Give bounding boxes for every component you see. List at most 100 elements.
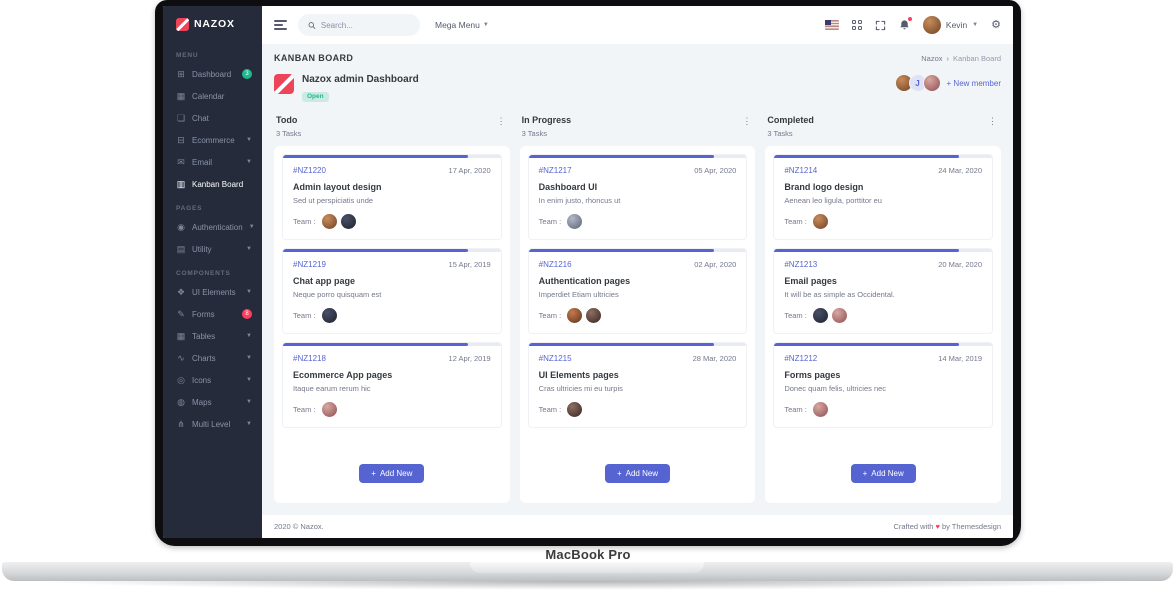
task-id-link[interactable]: #NZ1212 bbox=[784, 354, 817, 363]
credits: Crafted with ♥ by Themesdesign bbox=[893, 522, 1001, 531]
task-id-link[interactable]: #NZ1218 bbox=[293, 354, 326, 363]
kanban-card[interactable]: #NZ1213 20 Mar, 2020 Email pages It will… bbox=[773, 248, 994, 334]
task-title: Admin layout design bbox=[293, 182, 382, 192]
kanban-card[interactable]: #NZ1218 12 Apr, 2019 Ecommerce App pages… bbox=[282, 342, 502, 428]
team-member-avatar[interactable] bbox=[340, 214, 356, 229]
sidebar-item-ecommerce[interactable]: ⊟ Ecommerce ▼ bbox=[163, 129, 262, 151]
team-label: Team : bbox=[784, 405, 807, 414]
menu-toggle-icon[interactable] bbox=[274, 20, 287, 30]
member-avatar[interactable] bbox=[922, 74, 941, 92]
sidebar-item-calendar[interactable]: ▦ Calendar bbox=[163, 85, 262, 107]
sidebar-item-kanban-board[interactable]: ▥ Kanban Board bbox=[163, 173, 262, 195]
app-window: NAZOX MENU ⊞ Dashboard 3 ▦ Calendar ❏ Ch… bbox=[163, 6, 1013, 538]
task-title: Chat app page bbox=[293, 276, 356, 286]
sidebar-item-ui-elements[interactable]: ❖ UI Elements ▼ bbox=[163, 281, 262, 303]
topbar: Mega Menu ▼ bbox=[262, 6, 1013, 44]
sidebar-item-multi-level[interactable]: ⋔ Multi Level ▼ bbox=[163, 413, 262, 435]
brand-name: NAZOX bbox=[194, 18, 235, 30]
email-icon: ✉ bbox=[177, 156, 185, 167]
brand[interactable]: NAZOX bbox=[163, 6, 262, 42]
task-title: Brand logo design bbox=[784, 182, 864, 192]
team-label: Team : bbox=[293, 405, 316, 414]
kanban-column-in-progress: In Progress 3 Tasks ⋮ #NZ1217 05 Apr, 20… bbox=[519, 115, 756, 503]
task-description: Imperdiet Etiam ultricies bbox=[538, 290, 619, 299]
task-id-link[interactable]: #NZ1217 bbox=[539, 166, 572, 175]
sidebar-item-charts[interactable]: ∿ Charts ▼ bbox=[163, 347, 262, 369]
add-new-button[interactable]: + Add New bbox=[359, 464, 425, 483]
team-member-avatar[interactable] bbox=[321, 402, 337, 417]
team-member-avatar[interactable] bbox=[567, 308, 583, 323]
column-menu-icon[interactable]: ⋮ bbox=[495, 115, 508, 128]
user-menu[interactable]: Kevin ▼ bbox=[922, 16, 979, 34]
sidebar-item-forms[interactable]: ✎ Forms 8 bbox=[163, 303, 262, 325]
team-member-avatar[interactable] bbox=[321, 214, 337, 229]
settings-gear-icon[interactable]: ⚙ bbox=[991, 19, 1001, 31]
kanban-card[interactable]: #NZ1212 14 Mar, 2019 Forms pages Donec q… bbox=[773, 342, 994, 428]
team-member-avatar[interactable] bbox=[321, 308, 337, 323]
chevron-down-icon: ▼ bbox=[246, 355, 252, 361]
team-member-avatar[interactable] bbox=[831, 308, 847, 323]
team-label: Team : bbox=[538, 405, 562, 414]
team-member-avatar[interactable] bbox=[586, 308, 602, 323]
sidebar-item-chat[interactable]: ❏ Chat bbox=[163, 107, 262, 129]
charts-icon: ∿ bbox=[177, 352, 185, 363]
nazox-logo-icon bbox=[176, 17, 189, 31]
breadcrumb-item[interactable]: Nazox bbox=[921, 54, 942, 63]
notifications-bell-icon[interactable] bbox=[899, 17, 912, 31]
task-id-link[interactable]: #NZ1219 bbox=[293, 260, 326, 269]
sidebar-item-email[interactable]: ✉ Email ▼ bbox=[163, 151, 262, 173]
task-id-link[interactable]: #NZ1213 bbox=[784, 260, 817, 269]
sidebar-item-authentication[interactable]: ◉ Authentication ▼ bbox=[163, 216, 262, 238]
add-new-button[interactable]: + Add New bbox=[604, 464, 671, 483]
column-menu-icon[interactable]: ⋮ bbox=[740, 115, 753, 128]
team-member-avatar[interactable] bbox=[567, 402, 583, 417]
sidebar-item-tables[interactable]: ▦ Tables ▼ bbox=[163, 325, 262, 347]
page-content: KANBAN BOARD Nazox › Kanban Board Nazox … bbox=[262, 44, 1013, 515]
sidebar-item-icons[interactable]: ◎ Icons ▼ bbox=[163, 369, 262, 391]
kanban-card[interactable]: #NZ1216 02 Apr, 2020 Authentication page… bbox=[527, 248, 748, 334]
kanban-card[interactable]: #NZ1214 24 Mar, 2020 Brand logo design A… bbox=[773, 154, 994, 240]
search-box[interactable] bbox=[298, 14, 420, 36]
fullscreen-icon[interactable] bbox=[875, 20, 886, 31]
kanban-card[interactable]: #NZ1217 05 Apr, 2020 Dashboard UI In eni… bbox=[527, 154, 748, 240]
task-description: In enim justo, rhoncus ut bbox=[538, 196, 621, 205]
team-label: Team : bbox=[538, 311, 562, 320]
sidebar-item-utility[interactable]: ▤ Utility ▼ bbox=[163, 238, 262, 260]
apps-grid-icon[interactable] bbox=[851, 20, 862, 30]
task-id-link[interactable]: #NZ1220 bbox=[293, 166, 326, 175]
menu-badge: 8 bbox=[242, 309, 252, 319]
task-id-link[interactable]: #NZ1216 bbox=[539, 260, 572, 269]
team-avatars bbox=[567, 402, 583, 417]
kanban-card[interactable]: #NZ1220 17 Apr, 2020 Admin layout design… bbox=[282, 154, 502, 240]
new-member-button[interactable]: + New member bbox=[947, 79, 1001, 88]
task-id-link[interactable]: #NZ1214 bbox=[784, 166, 817, 175]
task-id-link[interactable]: #NZ1215 bbox=[539, 354, 572, 363]
kanban-card[interactable]: #NZ1215 28 Mar, 2020 UI Elements pages C… bbox=[527, 342, 748, 428]
team-avatars bbox=[812, 214, 828, 229]
team-avatars bbox=[321, 214, 356, 229]
team-avatars bbox=[321, 402, 337, 417]
search-input[interactable] bbox=[320, 20, 410, 30]
chevron-down-icon: ▼ bbox=[972, 22, 979, 28]
kanban-column-todo: Todo 3 Tasks ⋮ #NZ1220 17 Apr, 2020 Admi… bbox=[274, 115, 510, 503]
language-flag-icon[interactable] bbox=[824, 20, 839, 30]
column-body: #NZ1217 05 Apr, 2020 Dashboard UI In eni… bbox=[519, 146, 756, 503]
column-menu-icon[interactable]: ⋮ bbox=[986, 115, 999, 128]
team-member-avatar[interactable] bbox=[812, 308, 828, 323]
team-label: Team : bbox=[293, 311, 316, 320]
tables-icon: ▦ bbox=[176, 330, 186, 341]
team-member-avatar[interactable] bbox=[567, 214, 583, 229]
column-task-count: 3 Tasks bbox=[521, 129, 547, 138]
mega-menu-button[interactable]: Mega Menu ▼ bbox=[435, 20, 489, 30]
macbook-notch bbox=[470, 562, 704, 573]
kanban-card[interactable]: #NZ1219 15 Apr, 2019 Chat app page Neque… bbox=[282, 248, 502, 334]
task-title: Dashboard UI bbox=[538, 182, 598, 192]
team-member-avatar[interactable] bbox=[812, 214, 828, 229]
team-member-avatar[interactable] bbox=[812, 402, 828, 417]
sidebar-item-dashboard[interactable]: ⊞ Dashboard 3 bbox=[163, 63, 262, 85]
team-label: Team : bbox=[784, 217, 807, 226]
task-title: UI Elements pages bbox=[538, 370, 619, 380]
board-header: Nazox admin Dashboard Open J + New membe… bbox=[274, 74, 1001, 103]
add-new-button[interactable]: + Add New bbox=[850, 464, 916, 483]
sidebar-item-maps[interactable]: ◍ Maps ▼ bbox=[163, 391, 262, 413]
